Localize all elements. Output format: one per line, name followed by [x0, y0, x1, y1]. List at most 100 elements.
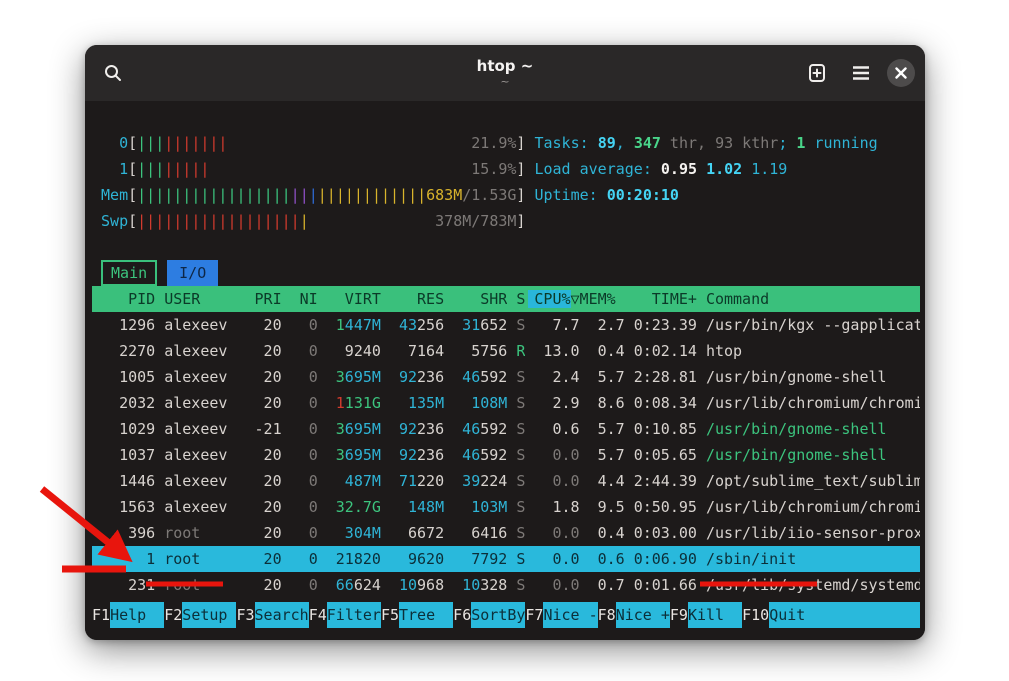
menu-button[interactable] — [843, 55, 879, 91]
cell-ni: 0 — [282, 468, 318, 494]
r6-time-seg-0: 2:44.39 — [634, 472, 697, 490]
process-row[interactable]: 2270alexeev200924071645756R13.00.40:02.1… — [92, 338, 920, 364]
cell-shr: 108M — [444, 390, 507, 416]
cell-user: alexeev — [155, 338, 245, 364]
meter-bars-green: ||||||||||||||||| — [137, 186, 291, 204]
cell-pid: 1563 — [92, 494, 155, 520]
fnkey-f3-search[interactable]: F3Search — [236, 602, 308, 628]
column-header-pri[interactable]: PRI — [246, 286, 282, 312]
stat-load-seg-0: Load average: — [534, 160, 660, 178]
r5-pri-seg-0: 20 — [264, 446, 282, 464]
fnkey-f2-setup[interactable]: F2Setup — [164, 602, 236, 628]
stat-load: Load average: 0.95 1.02 1.19 — [534, 160, 787, 178]
process-row[interactable]: 1037alexeev2003695M9223646592S0.05.70:05… — [92, 442, 920, 468]
cell-shr: 7792 — [444, 546, 507, 572]
column-header-s[interactable]: S — [507, 286, 525, 312]
cell-s: S — [507, 520, 525, 546]
column-header-ni[interactable]: NI — [282, 286, 318, 312]
new-tab-button[interactable] — [799, 55, 835, 91]
column-header-cmd[interactable]: Command — [697, 286, 920, 312]
fnkey-f7-nice-[interactable]: F7Nice - — [525, 602, 597, 628]
cell-virt: 1447M — [318, 312, 381, 338]
r7-shr-seg-0: 103M — [471, 498, 507, 516]
close-button[interactable] — [887, 59, 915, 87]
column-header-res[interactable]: RES — [381, 286, 444, 312]
cell-pid: 1005 — [92, 364, 155, 390]
r1-cpu-seg-0: 13.0 — [543, 342, 579, 360]
r4-pid-seg-0: 1029 — [119, 420, 155, 438]
fnkey-f9-kill[interactable]: F9Kill — [670, 602, 742, 628]
r2-shr-seg-1: 592 — [480, 368, 507, 386]
r5-virt-seg-0: 3 — [336, 446, 345, 464]
terminal-area[interactable]: 0[||||||||||21.9%]Tasks: 89, 347 thr, 93… — [85, 101, 925, 640]
cell-time: 0:23.39 — [625, 312, 697, 338]
column-header-time[interactable]: TIME+ — [625, 286, 697, 312]
r7-cpu-seg-0: 1.8 — [552, 498, 579, 516]
r6-mem-seg-0: 4.4 — [598, 472, 625, 490]
r7-mem-seg-0: 9.5 — [598, 498, 625, 516]
r0-user-seg-0: alexeev — [164, 316, 227, 334]
cell-time: 0:05.65 — [625, 442, 697, 468]
meter-cpu0-seg-0: 21.9% — [471, 134, 516, 152]
process-row[interactable]: 2032alexeev2001131G135M108MS2.98.60:08.3… — [92, 390, 920, 416]
fnkey-f6-sortby[interactable]: F6SortBy — [453, 602, 525, 628]
fnkey-f10-quit[interactable]: F10Quit — [742, 602, 920, 628]
cell-cmd: /usr/bin/gnome-shell — [697, 442, 920, 468]
tab-main[interactable]: Main — [101, 260, 157, 286]
process-row[interactable]: 1563alexeev20032.7G148M103MS1.89.50:50.9… — [92, 494, 920, 520]
fnkey-f4-filter[interactable]: F4Filter — [309, 602, 381, 628]
process-row-selected[interactable]: 1root2002182096207792S0.00.60:06.90/sbin… — [92, 546, 920, 572]
r2-pri-seg-0: 20 — [264, 368, 282, 386]
meter-row-cpu1: 1[||||||||15.9%]Load average: 0.95 1.02 … — [92, 156, 920, 182]
search-button[interactable] — [95, 55, 131, 91]
meter-bars-yellow: |||||||||||| — [318, 186, 426, 204]
console-window: htop ~ ~ — [85, 45, 925, 640]
r6-shr-seg-1: 224 — [480, 472, 507, 490]
meter-mem-seg-1: /1.53G — [462, 186, 516, 204]
column-header-mem[interactable]: MEM% — [580, 286, 625, 312]
r5-s-seg-0: S — [516, 446, 525, 464]
meter-bracket-open: [ — [128, 212, 137, 230]
cell-cpu: 2.4 — [525, 364, 579, 390]
column-header-shr[interactable]: SHR — [444, 286, 507, 312]
cell-time: 0:08.34 — [625, 390, 697, 416]
process-row[interactable]: 1005alexeev2003695M9223646592S2.45.72:28… — [92, 364, 920, 390]
fnkey-f5-tree[interactable]: F5Tree — [381, 602, 453, 628]
process-row[interactable]: 1296alexeev2001447M4325631652S7.72.70:23… — [92, 312, 920, 338]
cell-pri: 20 — [246, 312, 282, 338]
r8-user-seg-0: root — [164, 524, 200, 542]
r1-user-seg-0: alexeev — [164, 342, 227, 360]
column-header-cpu[interactable]: CPU%▽ — [525, 286, 579, 312]
process-row[interactable]: 231root200666241096810328S0.00.70:01.66/… — [92, 572, 920, 598]
fnkey-f8-nice-[interactable]: F8Nice + — [598, 602, 670, 628]
cell-res: 135M — [381, 390, 444, 416]
r5-res-seg-1: 236 — [417, 446, 444, 464]
tab-io[interactable]: I/O — [167, 260, 218, 286]
process-row[interactable]: 396root200304M66726416S0.00.40:03.00/usr… — [92, 520, 920, 546]
column-header-user[interactable]: USER — [155, 286, 245, 312]
meter-bars-red: ||||| — [164, 160, 209, 178]
meter-bracket-close: ] — [516, 160, 525, 178]
process-row[interactable]: 1446alexeev200487M7122039224S0.04.42:44.… — [92, 468, 920, 494]
function-key-bar: F1HelpF2SetupF3SearchF4FilterF5TreeF6Sor… — [92, 602, 920, 628]
spacer-row — [92, 234, 920, 260]
column-header-virt[interactable]: VIRT — [318, 286, 381, 312]
r0-ni-seg-0: 0 — [309, 316, 318, 334]
column-header-pid[interactable]: PID — [92, 286, 155, 312]
process-row[interactable]: 1029alexeev-2103695M9223646592S0.65.70:1… — [92, 416, 920, 442]
cell-ni: 0 — [282, 442, 318, 468]
fnkey-label: F5 — [381, 602, 399, 628]
r0-cmd-seg-0: /usr/bin/kgx --gapplicat — [706, 316, 920, 334]
cell-cmd: /usr/bin/gnome-shell — [697, 364, 920, 390]
cell-shr: 46592 — [444, 442, 507, 468]
r10-user-seg-0: root — [164, 576, 200, 594]
r2-s-seg-0: S — [516, 368, 525, 386]
r0-res-seg-0: 43 — [399, 316, 417, 334]
cell-pid: 231 — [92, 572, 155, 598]
cell-cmd: /usr/bin/kgx --gapplicat — [697, 312, 920, 338]
fnkey-f1-help[interactable]: F1Help — [92, 602, 164, 628]
r9-virt-seg-0: 21820 — [336, 550, 381, 568]
r0-shr-seg-1: 652 — [480, 316, 507, 334]
r10-shr-seg-1: 328 — [480, 576, 507, 594]
r9-ni-seg-0: 0 — [309, 550, 318, 568]
